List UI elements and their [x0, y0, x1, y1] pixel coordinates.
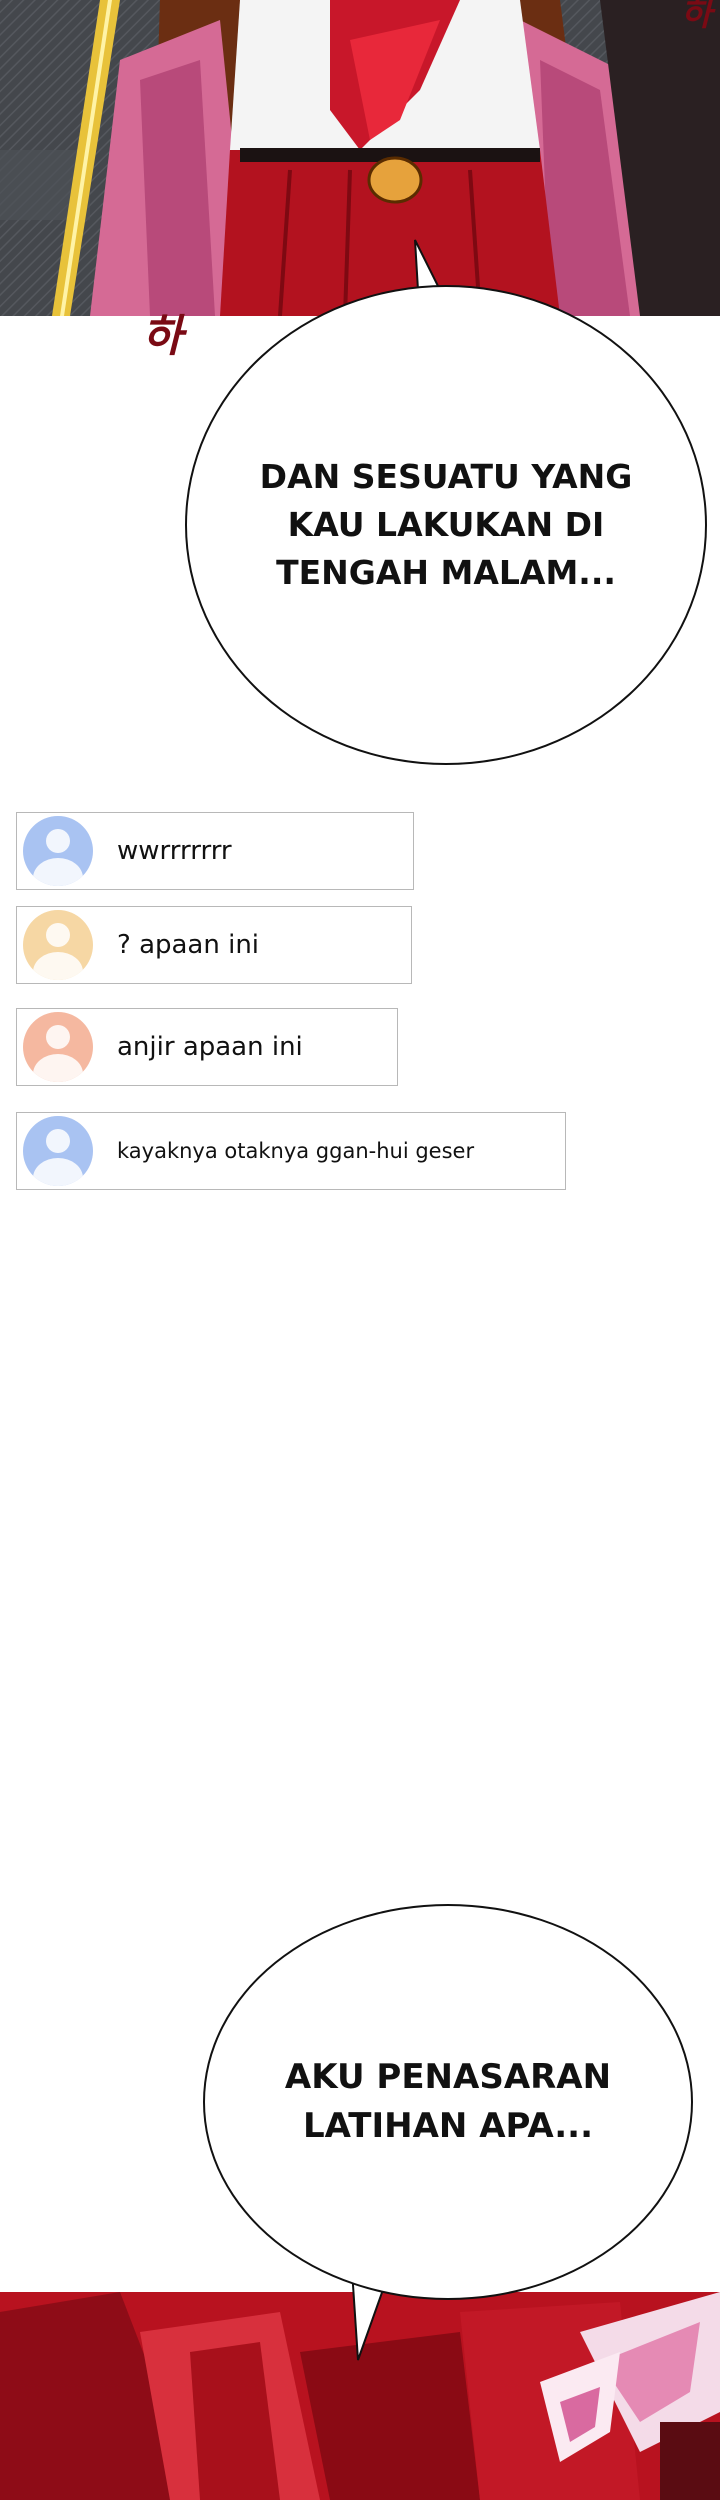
avatar	[23, 1116, 93, 1186]
sfx-top-right: 하	[680, 0, 712, 34]
avatar	[23, 1012, 93, 1082]
avatar	[23, 910, 93, 980]
comment-text: anjir apaan ini	[117, 1032, 303, 1062]
avatar	[23, 816, 93, 886]
comment-item: wwrrrrrrr	[16, 812, 414, 890]
comment-text: kayaknya otaknya ggan-hui geser	[117, 1139, 475, 1163]
comment-item: kayaknya otaknya ggan-hui geser	[16, 1112, 566, 1190]
comment-text: ? apaan ini	[117, 930, 260, 960]
speech-bubble-1: DAN SESUATU YANG KAU LAKUKAN DI TENGAH M…	[185, 285, 707, 765]
speech-bubble-2-text: AKU PENASARAN LATIHAN APA...	[284, 2056, 612, 2146]
speech-bubble-1-text: DAN SESUATU YANG KAU LAKUKAN DI TENGAH M…	[259, 457, 633, 592]
speech-bubble-2: AKU PENASARAN LATIHAN APA...	[203, 1904, 693, 2300]
comment-item: ? apaan ini	[16, 906, 412, 984]
comment-text: wwrrrrrrr	[117, 836, 232, 866]
comment-item: anjir apaan ini	[16, 1008, 398, 1086]
